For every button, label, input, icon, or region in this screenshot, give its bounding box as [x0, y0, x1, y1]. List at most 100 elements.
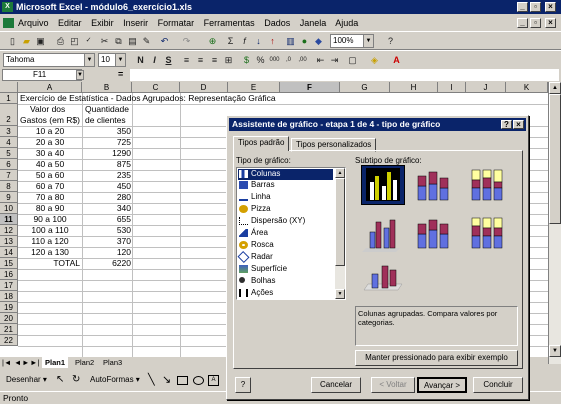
- qty-cell[interactable]: 370: [82, 236, 131, 247]
- row-header-14[interactable]: 14: [0, 247, 18, 258]
- row-header-3[interactable]: 3: [0, 126, 18, 137]
- qty-cell[interactable]: 340: [82, 203, 131, 214]
- fill-color-icon[interactable]: ◈: [368, 54, 381, 66]
- help-icon[interactable]: ?: [384, 35, 397, 47]
- back-button[interactable]: < Voltar: [371, 377, 415, 393]
- help-button[interactable]: ?: [235, 377, 251, 393]
- close-button[interactable]: ×: [545, 2, 556, 12]
- line-icon[interactable]: ╲: [148, 373, 155, 386]
- chart-type-superficie[interactable]: Superfície: [238, 264, 333, 275]
- chart-type-rosca[interactable]: Rosca: [238, 240, 333, 251]
- equals-icon[interactable]: =: [118, 69, 123, 79]
- increase-indent-icon[interactable]: ⇥: [328, 54, 341, 66]
- sort-desc-icon[interactable]: ↑: [266, 35, 279, 47]
- total-value-cell[interactable]: 6220: [82, 258, 131, 269]
- range-cell[interactable]: 10 a 20: [18, 126, 82, 137]
- paste-icon[interactable]: ▤: [126, 35, 139, 47]
- minimize-button[interactable]: _: [517, 2, 528, 12]
- chart-type-acoes[interactable]: Ações: [238, 288, 333, 299]
- subtype-3d-stacked-column[interactable]: [411, 213, 455, 253]
- menu-janela[interactable]: Janela: [300, 18, 327, 28]
- align-right-icon[interactable]: ≡: [208, 54, 221, 66]
- col-header-i[interactable]: I: [438, 82, 466, 93]
- new-icon[interactable]: ▯: [6, 35, 19, 47]
- restore-button[interactable]: ▫: [530, 2, 541, 12]
- chart-type-radar[interactable]: Radar: [237, 250, 333, 264]
- spelling-icon[interactable]: ✓: [82, 35, 95, 47]
- range-cell[interactable]: 50 a 60: [18, 170, 82, 181]
- menu-exibir[interactable]: Exibir: [91, 18, 114, 28]
- qty-cell[interactable]: 725: [82, 137, 131, 148]
- range-cell[interactable]: 120 a 130: [18, 247, 82, 258]
- bold-icon[interactable]: N: [134, 54, 147, 66]
- textbox-icon[interactable]: A: [208, 375, 219, 386]
- row-header-7[interactable]: 7: [0, 170, 18, 181]
- tab-nav-next-icon[interactable]: ►: [22, 357, 29, 368]
- format-painter-icon[interactable]: ✎: [140, 35, 153, 47]
- scroll-thumb[interactable]: [549, 94, 561, 224]
- tab-standard-types[interactable]: Tipos padrão: [233, 136, 290, 151]
- font-color-icon[interactable]: A: [390, 54, 403, 66]
- autosum-icon[interactable]: Σ: [224, 35, 237, 47]
- undo-icon[interactable]: ↶: [158, 35, 171, 47]
- range-cell[interactable]: 70 a 80: [18, 192, 82, 203]
- rotate-icon[interactable]: ↻: [72, 374, 80, 385]
- chart-type-area[interactable]: Área: [238, 228, 333, 239]
- function-icon[interactable]: f: [238, 35, 251, 47]
- cut-icon[interactable]: ✂: [98, 35, 111, 47]
- sheet-tab-plan2[interactable]: Plan2: [72, 357, 97, 368]
- font-size-combo[interactable]: 10 ▼: [98, 53, 126, 67]
- chart-type-dispersao[interactable]: Dispersão (XY): [238, 216, 333, 227]
- underline-icon[interactable]: S: [162, 54, 175, 66]
- qty-cell[interactable]: 450: [82, 181, 131, 192]
- preview-sample-button[interactable]: Manter pressionado para exibir exemplo: [355, 350, 518, 366]
- vertical-scrollbar[interactable]: ▲ ▼: [548, 82, 561, 364]
- tab-nav-first-icon[interactable]: |◄: [2, 357, 11, 368]
- chart-type-bolhas[interactable]: Bolhas: [238, 276, 333, 287]
- list-scroll-thumb[interactable]: [335, 178, 345, 266]
- row-header-15[interactable]: 15: [0, 258, 18, 269]
- menu-ajuda[interactable]: Ajuda: [335, 18, 358, 28]
- header-a-line2[interactable]: Gastos (em R$): [20, 115, 80, 126]
- col-header-a[interactable]: A: [18, 82, 82, 93]
- row-header-1[interactable]: 1: [0, 93, 18, 104]
- qty-cell[interactable]: 1290: [82, 148, 131, 159]
- menu-arquivo[interactable]: Arquivo: [18, 18, 49, 28]
- qty-cell[interactable]: 530: [82, 225, 131, 236]
- range-cell[interactable]: 20 a 30: [18, 137, 82, 148]
- print-preview-icon[interactable]: ◰: [68, 35, 81, 47]
- chart-type-list[interactable]: Colunas Barras Linha Pizza Dispersão (XY…: [236, 167, 346, 300]
- range-cell[interactable]: 100 a 110: [18, 225, 82, 236]
- italic-icon[interactable]: I: [148, 54, 161, 66]
- col-header-g[interactable]: G: [340, 82, 390, 93]
- row-header-2[interactable]: 2: [0, 104, 18, 126]
- row-header-17[interactable]: 17: [0, 280, 18, 291]
- next-button[interactable]: Avançar >: [417, 377, 467, 393]
- borders-icon[interactable]: ▢: [346, 54, 359, 66]
- col-header-f[interactable]: F: [280, 82, 340, 93]
- row-header-21[interactable]: 21: [0, 324, 18, 335]
- redo-icon[interactable]: ↷: [180, 35, 193, 47]
- open-icon[interactable]: ▰: [20, 35, 33, 47]
- font-combo[interactable]: Tahoma ▼: [3, 53, 95, 67]
- save-icon[interactable]: ▣: [34, 35, 47, 47]
- row-header-10[interactable]: 10: [0, 203, 18, 214]
- range-cell[interactable]: 40 a 50: [18, 159, 82, 170]
- name-box-dropdown[interactable]: ▼: [76, 70, 84, 80]
- header-b-line2[interactable]: de clientes: [85, 115, 126, 126]
- total-label-cell[interactable]: TOTAL: [18, 258, 80, 269]
- list-scrollbar[interactable]: ▲ ▼: [335, 168, 345, 299]
- sheet-tab-plan3[interactable]: Plan3: [100, 357, 125, 368]
- list-scroll-down[interactable]: ▼: [335, 289, 345, 299]
- row-header-5[interactable]: 5: [0, 148, 18, 159]
- row-header-16[interactable]: 16: [0, 269, 18, 280]
- finish-button[interactable]: Concluir: [473, 377, 523, 393]
- chart-wizard-icon[interactable]: ▥: [284, 35, 297, 47]
- menu-editar[interactable]: Editar: [58, 18, 82, 28]
- row-header-4[interactable]: 4: [0, 137, 18, 148]
- col-header-c[interactable]: C: [132, 82, 180, 93]
- row-header-12[interactable]: 12: [0, 225, 18, 236]
- chart-type-colunas[interactable]: Colunas: [238, 169, 333, 180]
- copy-icon[interactable]: ⧉: [112, 35, 125, 47]
- range-cell[interactable]: 110 a 120: [18, 236, 82, 247]
